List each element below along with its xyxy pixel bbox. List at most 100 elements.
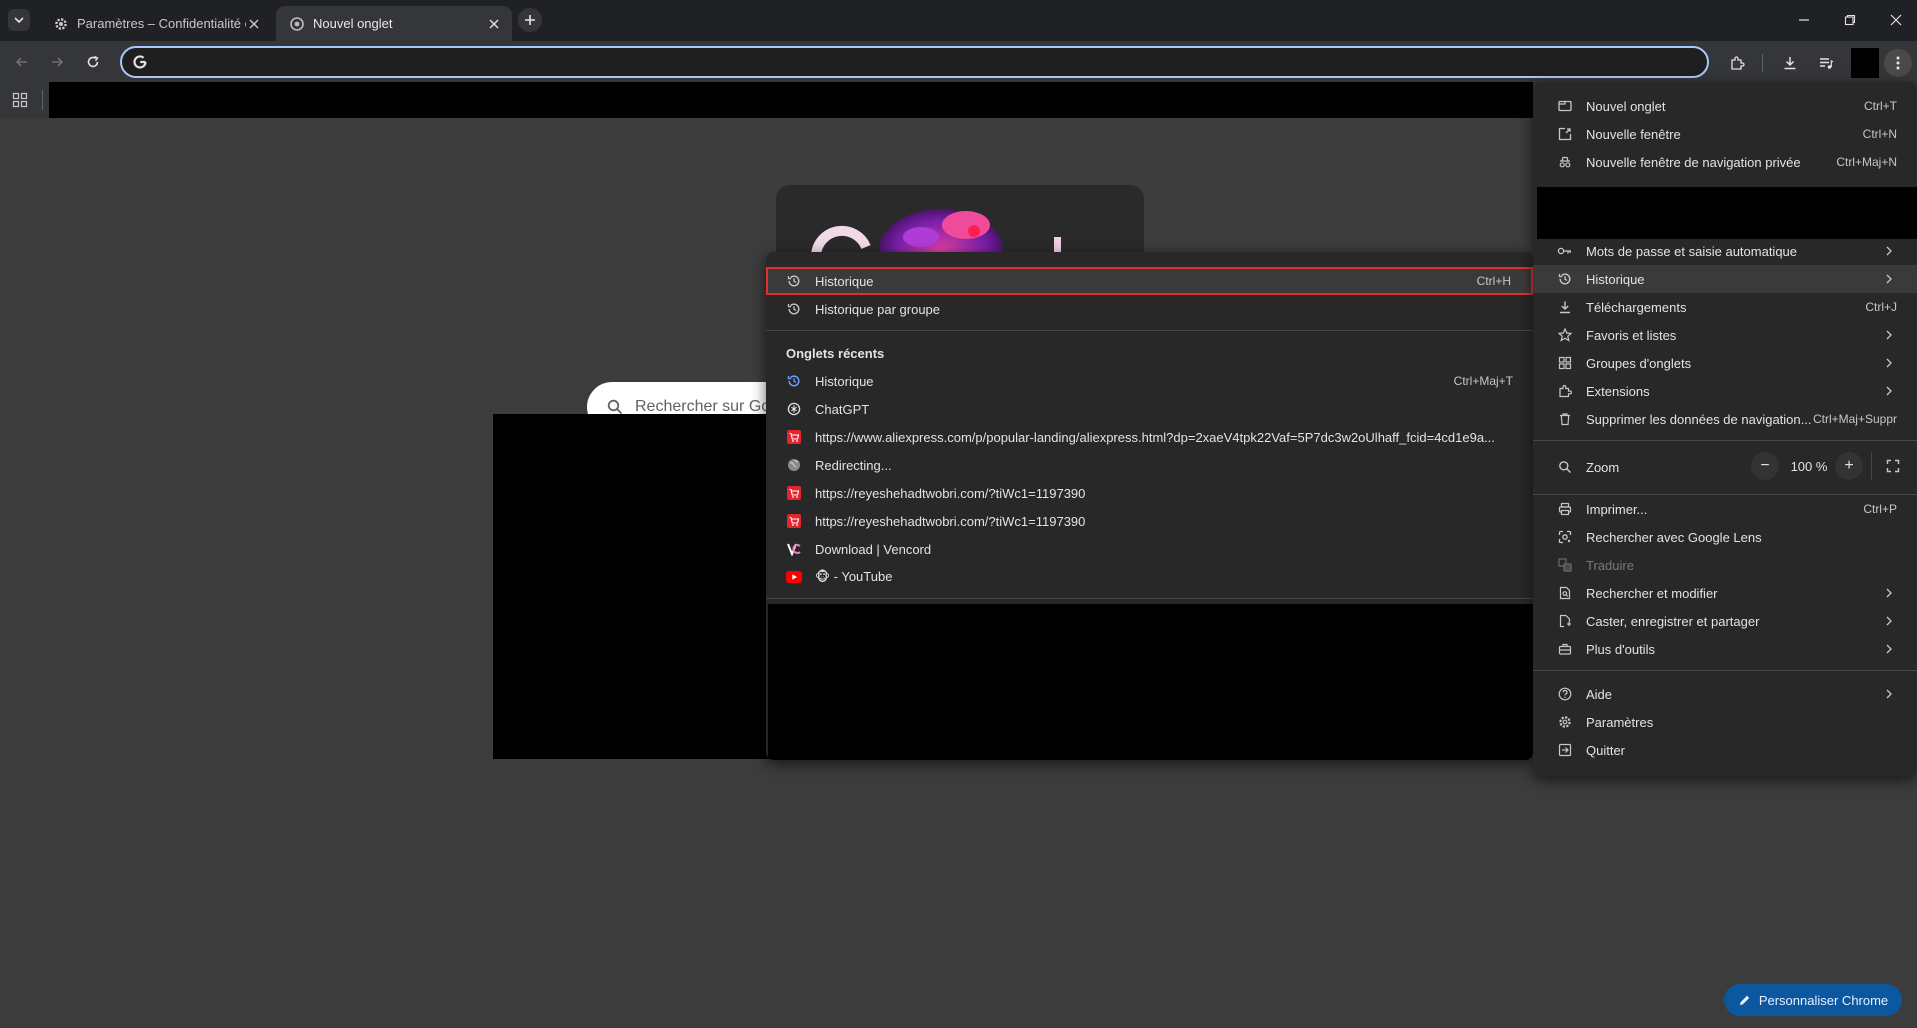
chevron-right-icon — [1881, 386, 1897, 396]
profile-avatar[interactable] — [1851, 48, 1879, 78]
reload-button[interactable] — [82, 51, 104, 73]
incognito-window-item[interactable]: Nouvelle fenêtre de navigation privée Ct… — [1557, 148, 1897, 176]
three-dots-vertical-icon — [1896, 56, 1900, 70]
chevron-right-icon — [1881, 689, 1897, 699]
extensions-item[interactable]: Extensions — [1557, 377, 1897, 405]
translate-item: Traduire — [1557, 551, 1897, 579]
cart-icon — [786, 513, 802, 529]
chevron-right-icon — [1881, 616, 1897, 626]
back-button[interactable] — [11, 51, 33, 73]
download-icon — [1557, 299, 1573, 315]
recent-tab-item[interactable]: Redirecting... — [786, 451, 1513, 479]
minimize-button[interactable] — [1790, 8, 1818, 32]
toolbox-icon — [1557, 641, 1573, 657]
recent-tab-item[interactable]: 🐵 - YouTube — [786, 563, 1513, 591]
clear-browsing-data-item[interactable]: Supprimer les données de navigation... C… — [1557, 405, 1897, 433]
star-icon — [1557, 327, 1573, 343]
tab-title: Paramètres – Confidentialité et — [77, 16, 246, 31]
apps-grid-icon[interactable] — [12, 92, 28, 108]
passwords-item[interactable]: Mots de passe et saisie automatique — [1557, 237, 1897, 265]
new-tab-icon — [1557, 98, 1573, 114]
google-icon — [132, 54, 148, 70]
pencil-icon — [1738, 994, 1751, 1007]
zoom-out-button[interactable]: − — [1751, 452, 1779, 480]
tab-groups-item[interactable]: Groupes d'onglets — [1557, 349, 1897, 377]
chevron-right-icon — [1881, 358, 1897, 368]
chevron-right-icon — [1881, 330, 1897, 340]
chevron-down-icon — [13, 14, 25, 26]
bookmarks-item[interactable]: Favoris et listes — [1557, 321, 1897, 349]
menu-separator — [766, 598, 1533, 599]
find-in-page-icon — [1557, 585, 1573, 601]
new-tab-button[interactable] — [518, 8, 542, 32]
history-menu-item[interactable]: Historique Ctrl+H — [766, 267, 1533, 295]
grid-icon — [1557, 355, 1573, 371]
printer-icon — [1557, 501, 1573, 517]
tab-search-button[interactable] — [8, 9, 30, 31]
recent-tab-item[interactable]: https://reyeshehadtwobri.com/?tiWc1=1197… — [786, 507, 1513, 535]
google-lens-item[interactable]: Rechercher avec Google Lens — [1557, 523, 1897, 551]
gear-icon — [54, 17, 68, 31]
address-bar[interactable] — [120, 46, 1709, 78]
globe-icon — [786, 457, 802, 473]
forward-button[interactable] — [46, 51, 68, 73]
new-window-icon — [1557, 126, 1573, 142]
reload-icon — [86, 55, 100, 69]
history-icon — [786, 273, 802, 289]
zoom-level: 100 % — [1790, 458, 1828, 474]
translate-icon — [1557, 557, 1573, 573]
recent-tab-item[interactable]: ChatGPT — [786, 395, 1513, 423]
customize-chrome-button[interactable]: Personnaliser Chrome — [1724, 984, 1902, 1016]
recent-tab-item[interactable]: Download | Vencord — [786, 535, 1513, 563]
history-icon — [786, 301, 802, 317]
history-by-group-item[interactable]: Historique par groupe — [786, 295, 1513, 323]
plus-icon — [524, 14, 536, 26]
chrome-icon — [290, 16, 304, 31]
redacted-history-area — [768, 604, 1533, 760]
help-item[interactable]: Aide — [1557, 680, 1897, 708]
more-tools-item[interactable]: Plus d'outils — [1557, 635, 1897, 663]
recent-tab-item[interactable]: Historique Ctrl+Maj+T — [786, 367, 1513, 395]
history-submenu: Historique Ctrl+H Historique par groupe … — [766, 252, 1533, 760]
cart-icon — [786, 429, 802, 445]
puzzle-icon — [1557, 383, 1573, 399]
recent-tab-item[interactable]: https://www.aliexpress.com/p/popular-lan… — [786, 423, 1513, 451]
find-and-edit-item[interactable]: Rechercher et modifier — [1557, 579, 1897, 607]
chevron-right-icon — [1881, 274, 1897, 284]
trash-icon — [1557, 411, 1573, 427]
extensions-button[interactable] — [1725, 51, 1749, 75]
cart-icon — [786, 485, 802, 501]
minimize-icon — [1798, 14, 1810, 26]
history-icon — [1557, 271, 1573, 287]
bookmarks-divider — [42, 90, 43, 110]
downloads-item[interactable]: Téléchargements Ctrl+J — [1557, 293, 1897, 321]
download-icon — [1782, 55, 1798, 71]
incognito-icon — [1557, 154, 1573, 170]
menu-button[interactable] — [1884, 49, 1912, 77]
lens-icon — [1557, 529, 1573, 545]
close-window-button[interactable] — [1882, 8, 1910, 32]
settings-item[interactable]: Paramètres — [1557, 708, 1897, 736]
tab-new-tab[interactable]: Nouvel onglet — [276, 6, 512, 41]
key-icon — [1557, 243, 1573, 259]
new-window-item[interactable]: Nouvelle fenêtre Ctrl+N — [1557, 120, 1897, 148]
redacted-shortcuts — [493, 414, 793, 759]
tab-settings[interactable]: Paramètres – Confidentialité et — [40, 6, 272, 41]
fullscreen-button[interactable] — [1879, 452, 1907, 480]
restore-button[interactable] — [1836, 8, 1864, 32]
restore-icon — [1844, 14, 1856, 26]
new-tab-item[interactable]: Nouvel onglet Ctrl+T — [1557, 92, 1897, 120]
downloads-button[interactable] — [1778, 51, 1802, 75]
redacted-bookmarks — [49, 82, 1533, 118]
close-icon[interactable] — [246, 16, 262, 32]
history-item[interactable]: Historique — [1533, 265, 1917, 293]
zoom-in-button[interactable]: + — [1835, 452, 1863, 480]
cast-save-share-item[interactable]: Caster, enregistrer et partager — [1557, 607, 1897, 635]
exit-item[interactable]: Quitter — [1557, 736, 1897, 764]
menu-separator — [1533, 670, 1917, 671]
media-controls-button[interactable] — [1814, 51, 1838, 75]
recent-tab-item[interactable]: https://reyeshehadtwobri.com/?tiWc1=1197… — [786, 479, 1513, 507]
print-item[interactable]: Imprimer... Ctrl+P — [1557, 495, 1897, 523]
arrow-right-icon — [50, 55, 64, 69]
close-icon[interactable] — [486, 16, 502, 32]
